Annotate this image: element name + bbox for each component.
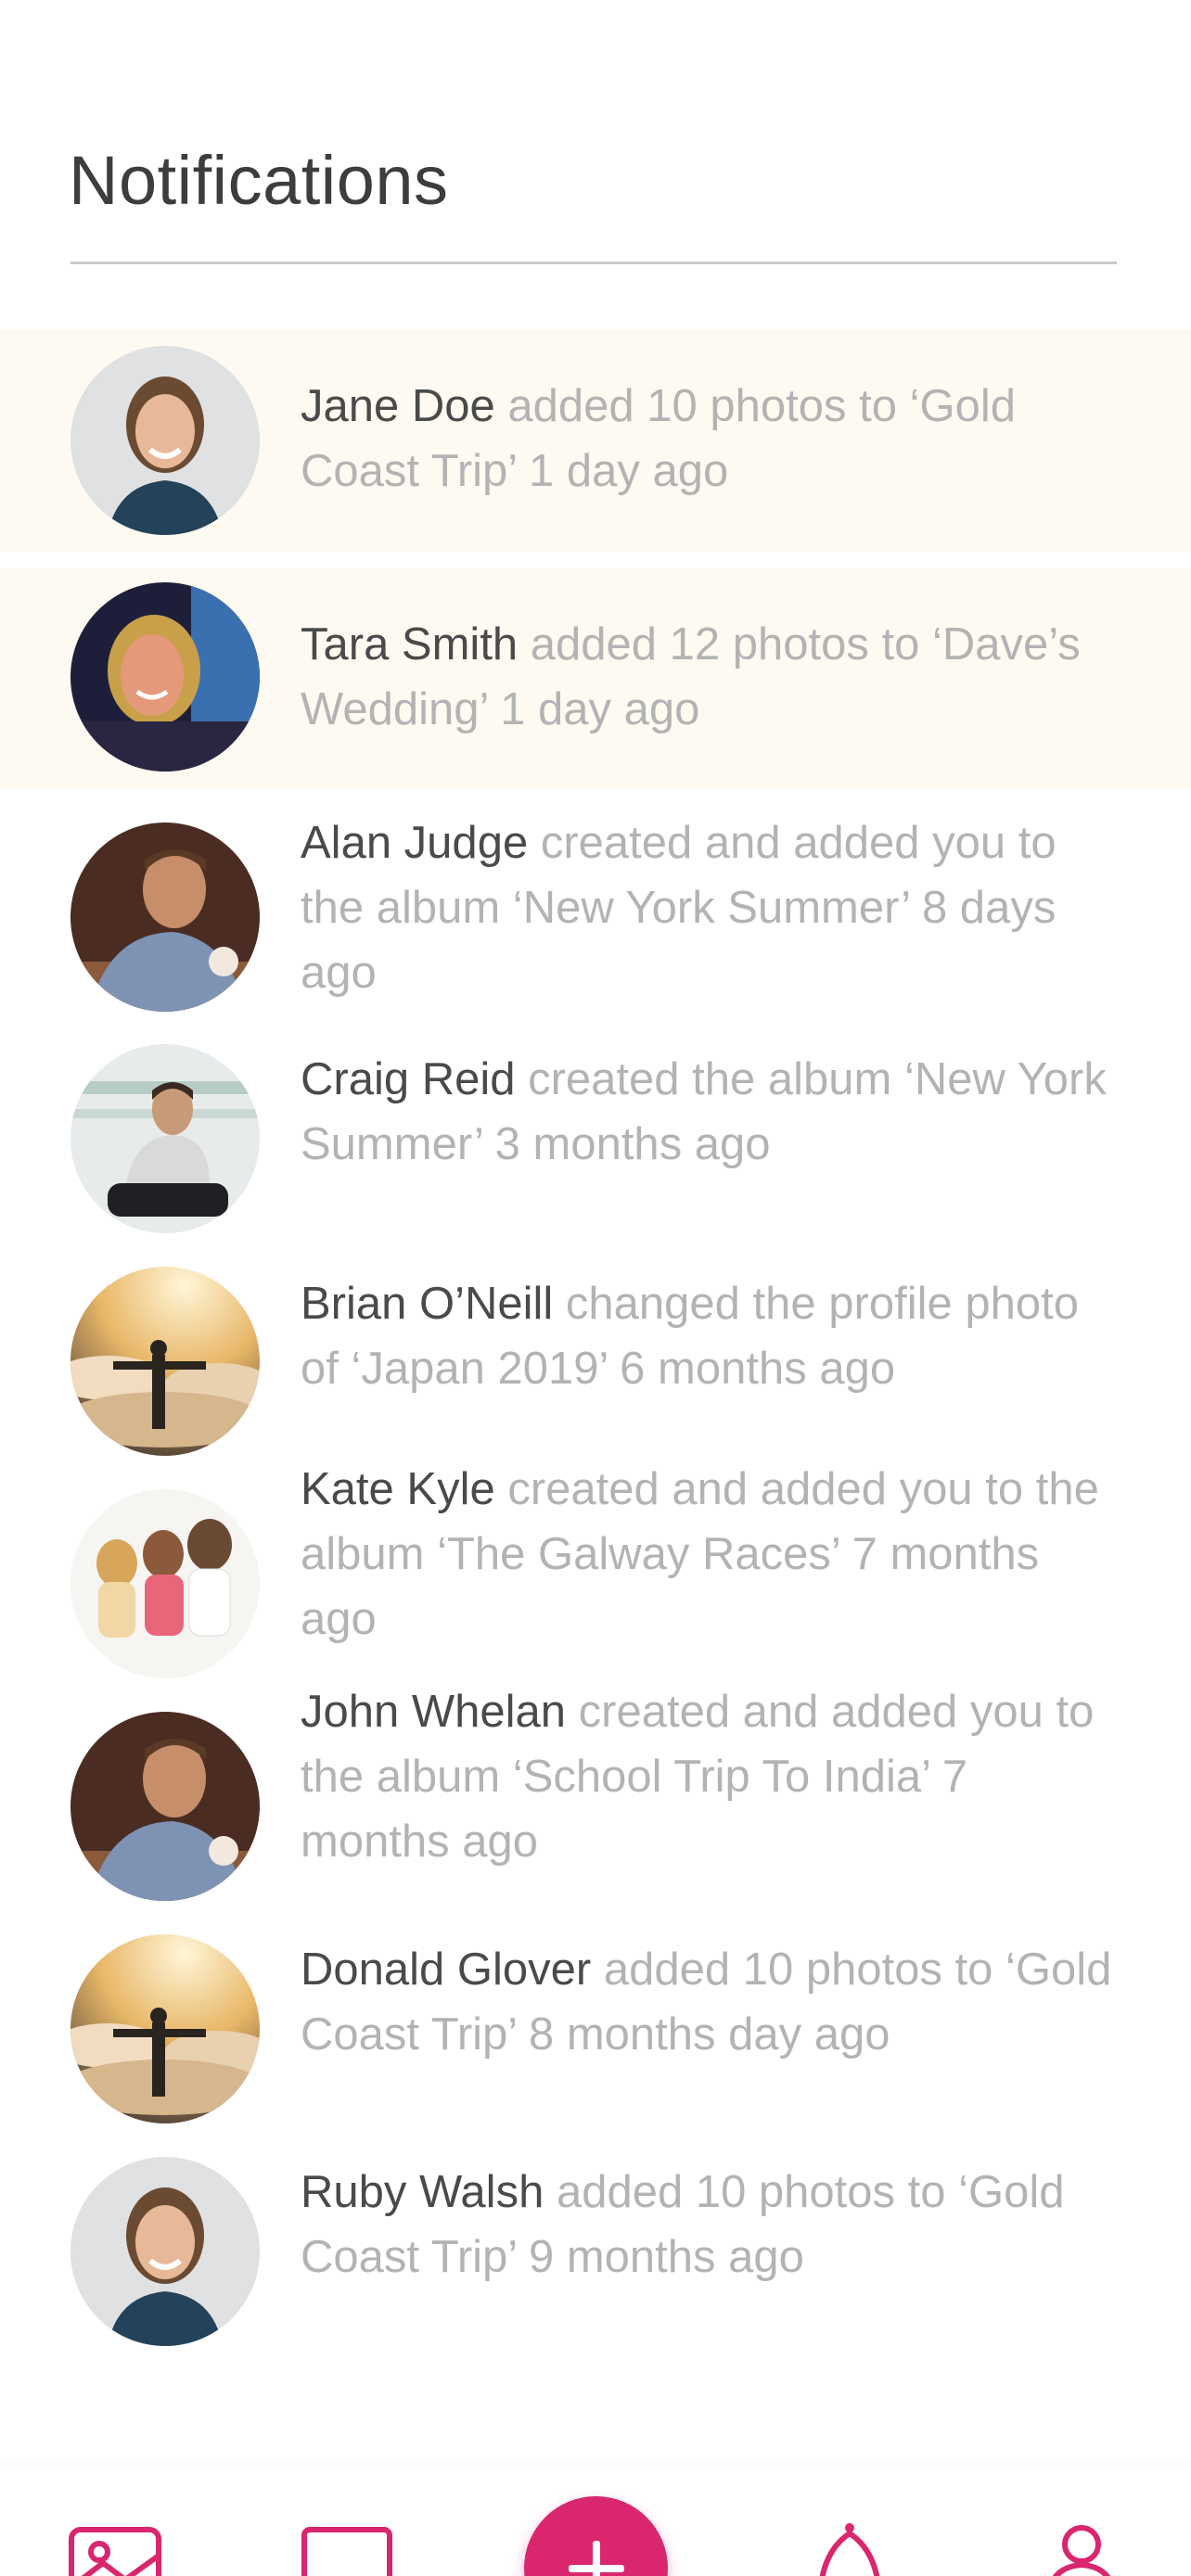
notification-item[interactable]: John Whelan created and added you to the… (0, 1679, 1191, 1902)
man-blue-shirt-avatar-icon (70, 823, 260, 1012)
notification-item[interactable]: Donald Glover added 10 photos to ‘Gold C… (0, 1902, 1191, 2124)
notification-text: Jane Doe added 10 photos to ‘Gold Coast … (301, 374, 1126, 504)
user-name[interactable]: Tara Smith (301, 619, 518, 670)
add-icon (569, 2541, 624, 2576)
avatar[interactable] (70, 1934, 260, 2123)
profile-icon (1052, 2525, 1111, 2576)
notification-item[interactable]: Brian O’Neill changed the profile photo … (0, 1234, 1191, 1457)
notification-text: Brian O’Neill changed the profile photo … (301, 1271, 1126, 1401)
user-name[interactable]: Craig Reid (301, 1054, 515, 1104)
woman-smiling-avatar-icon (70, 346, 260, 535)
tab-albums[interactable] (295, 2467, 416, 2576)
tab-profile[interactable] (1030, 2467, 1150, 2576)
avatar[interactable] (70, 346, 260, 535)
tab-photos[interactable] (60, 2467, 181, 2576)
avatar[interactable] (70, 582, 260, 772)
avatar[interactable] (70, 1489, 260, 1678)
notification-item[interactable]: Kate Kyle created and added you to the a… (0, 1457, 1191, 1679)
notification-text: John Whelan created and added you to the… (301, 1679, 1126, 1874)
notification-item[interactable]: Jane Doe added 10 photos to ‘Gold Coast … (0, 329, 1191, 552)
notification-text: Alan Judge created and added you to the … (301, 810, 1126, 1005)
album-icon (301, 2527, 392, 2576)
user-name[interactable]: Brian O’Neill (301, 1279, 553, 1329)
photos-icon (69, 2527, 161, 2576)
notifications-screen: Notifications Jane Doe added 10 photos t… (0, 0, 1191, 2576)
avatar[interactable] (70, 823, 260, 1012)
avatar[interactable] (70, 2157, 260, 2346)
notification-item[interactable]: Ruby Walsh added 10 photos to ‘Gold Coas… (0, 2124, 1191, 2347)
notification-text: Craig Reid created the album ‘New York S… (301, 1047, 1126, 1177)
notification-text: Tara Smith added 12 photos to ‘Dave’s We… (301, 612, 1126, 742)
notification-text: Donald Glover added 10 photos to ‘Gold C… (301, 1937, 1126, 2067)
man-sitting-avatar-icon (70, 1044, 260, 1233)
person-on-clouds-avatar-icon (70, 1267, 260, 1456)
notification-item[interactable]: Craig Reid created the album ‘New York S… (0, 1012, 1191, 1234)
user-name[interactable]: Jane Doe (301, 381, 495, 431)
notifications-bell-icon (819, 2523, 880, 2576)
person-on-clouds-avatar-icon (70, 1934, 260, 2123)
notification-item[interactable]: Alan Judge created and added you to the … (0, 789, 1191, 1012)
avatar[interactable] (70, 1044, 260, 1233)
user-name[interactable]: Donald Glover (301, 1945, 591, 1995)
three-women-avatar-icon (70, 1489, 260, 1678)
user-name[interactable]: John Whelan (301, 1687, 566, 1737)
notification-text: Ruby Walsh added 10 photos to ‘Gold Coas… (301, 2160, 1126, 2289)
page-title: Notifications (69, 142, 449, 219)
woman-smiling-avatar-icon (70, 2157, 260, 2346)
user-name[interactable]: Ruby Walsh (301, 2167, 544, 2217)
notification-item[interactable]: Tara Smith added 12 photos to ‘Dave’s We… (0, 568, 1191, 789)
avatar[interactable] (70, 1267, 260, 1456)
tab-notifications[interactable] (798, 2467, 918, 2576)
notification-text: Kate Kyle created and added you to the a… (301, 1457, 1126, 1651)
avatar[interactable] (70, 1712, 260, 1901)
user-name[interactable]: Alan Judge (301, 818, 528, 868)
man-blue-shirt-avatar-icon (70, 1712, 260, 1901)
title-divider (70, 261, 1117, 264)
user-name[interactable]: Kate Kyle (301, 1464, 495, 1514)
woman-neon-light-avatar-icon (70, 582, 260, 772)
